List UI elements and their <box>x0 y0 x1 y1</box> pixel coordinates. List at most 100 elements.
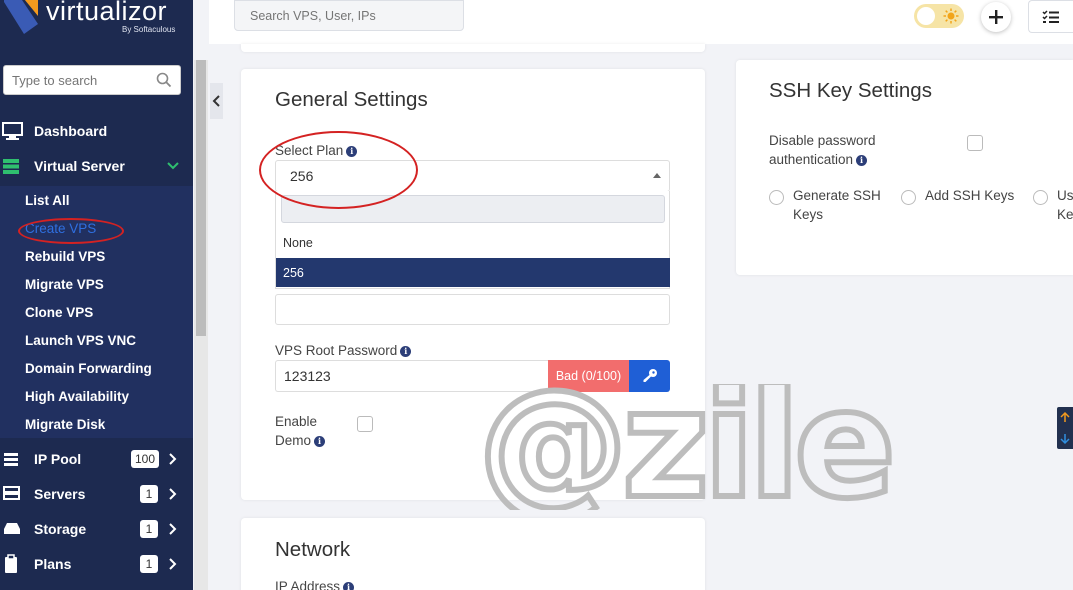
add-button[interactable] <box>981 2 1011 32</box>
sidebar: virtualizor By Softaculous Dashboard Vir… <box>0 0 193 590</box>
sidebar-item-label: Servers <box>34 486 86 502</box>
root-password-label: VPS Root Password i <box>275 343 412 358</box>
count-badge: 1 <box>140 555 158 573</box>
submenu-clone-vps[interactable]: Clone VPS <box>25 305 93 320</box>
global-search-input[interactable] <box>235 1 455 30</box>
select-plan-label: Select Plan i <box>275 143 358 158</box>
enable-demo-checkbox[interactable] <box>357 416 373 432</box>
ip-pool-icon <box>4 453 18 466</box>
add-ssh-keys-radio[interactable] <box>901 190 916 205</box>
chevron-left-icon <box>212 95 220 107</box>
sidebar-item-ip-pool[interactable]: IP Pool 100 <box>0 444 193 474</box>
page-scroll-controls[interactable] <box>1057 407 1073 449</box>
plus-icon <box>989 10 1003 24</box>
chevron-down-icon <box>167 162 179 170</box>
info-icon[interactable]: i <box>400 345 412 357</box>
generate-password-button[interactable] <box>629 360 670 392</box>
submenu-domain-forwarding[interactable]: Domain Forwarding <box>25 361 152 376</box>
scroll-down-icon[interactable] <box>1057 428 1073 448</box>
disable-password-label-line2: authentication i <box>769 152 868 167</box>
enable-demo-label-text: Demo <box>275 433 312 448</box>
network-title: Network <box>275 538 351 561</box>
sidebar-item-dashboard[interactable]: Dashboard <box>0 116 193 146</box>
sidebar-scrollbar[interactable] <box>194 60 208 590</box>
key-icon <box>643 369 657 382</box>
chevron-right-icon <box>169 523 177 535</box>
sidebar-search-input[interactable] <box>4 66 144 94</box>
generate-ssh-keys-label-line2: Keys <box>793 207 824 222</box>
scrollbar-thumb[interactable] <box>196 60 206 336</box>
disable-password-label-text: authentication <box>769 152 854 167</box>
sidebar-item-storage[interactable]: Storage 1 <box>0 514 193 544</box>
root-password-input[interactable]: 123123 <box>275 360 549 392</box>
sidebar-item-label: Storage <box>34 521 87 537</box>
brand-byline: By Softaculous <box>122 25 176 34</box>
select-plan-dropdown[interactable]: 256 <box>275 160 670 192</box>
caret-up-icon <box>653 173 661 178</box>
virtualizor-logo-mark <box>4 0 38 34</box>
storage-icon <box>4 523 20 534</box>
sidebar-item-servers[interactable]: Servers 1 <box>0 479 193 509</box>
ip-address-label-text: IP Address <box>275 579 341 590</box>
add-ssh-keys-label: Add SSH Keys <box>925 188 1015 203</box>
theme-toggle[interactable] <box>914 4 964 28</box>
count-badge: 1 <box>140 520 158 538</box>
virtual-server-submenu: List All Create VPS Rebuild VPS Migrate … <box>0 186 193 438</box>
use-ssh-keys-label-line1: Us <box>1057 188 1073 203</box>
sun-icon <box>943 8 959 24</box>
info-icon[interactable]: i <box>856 154 868 166</box>
sidebar-item-plans[interactable]: Plans 1 <box>0 549 193 579</box>
submenu-launch-vps-vnc[interactable]: Launch VPS VNC <box>25 333 136 348</box>
submenu-migrate-disk[interactable]: Migrate Disk <box>25 417 105 432</box>
use-ssh-keys-label-line2: Ke <box>1057 207 1073 222</box>
sidebar-search[interactable] <box>3 65 181 95</box>
sidebar-item-label: Virtual Server <box>34 158 125 174</box>
submenu-list-all[interactable]: List All <box>25 193 70 208</box>
generate-ssh-keys-radio[interactable] <box>769 190 784 205</box>
submenu-create-vps[interactable]: Create VPS <box>25 221 96 236</box>
brand-logo[interactable]: virtualizor By Softaculous <box>0 0 193 44</box>
scroll-up-icon[interactable] <box>1057 408 1073 428</box>
select-plan-value: 256 <box>290 168 314 184</box>
info-icon[interactable]: i <box>346 145 358 157</box>
plan-option-256[interactable]: 256 <box>276 258 670 287</box>
submenu-rebuild-vps[interactable]: Rebuild VPS <box>25 249 105 264</box>
plan-options-list: None 256 <box>275 191 670 289</box>
chevron-right-icon <box>169 488 177 500</box>
sidebar-item-label: Dashboard <box>34 123 108 139</box>
submenu-migrate-vps[interactable]: Migrate VPS <box>25 277 104 292</box>
enable-demo-label-line1: Enable <box>275 414 318 429</box>
search-icon[interactable] <box>156 72 172 88</box>
sidebar-item-label: IP Pool <box>34 451 82 467</box>
monitor-icon <box>2 122 23 140</box>
count-badge: 100 <box>131 450 159 468</box>
disable-password-label-line1: Disable password <box>769 133 876 148</box>
generate-ssh-keys-label-line1: Generate SSH <box>793 188 881 203</box>
chevron-right-icon <box>169 453 177 465</box>
info-icon[interactable]: i <box>314 435 326 447</box>
submenu-high-availability[interactable]: High Availability <box>25 389 129 404</box>
sidebar-item-virtual-server[interactable]: Virtual Server <box>0 151 193 181</box>
clipboard-icon <box>5 554 17 573</box>
ip-address-label: IP Address i <box>275 579 355 590</box>
global-search[interactable] <box>234 0 464 31</box>
plan-option-none[interactable]: None <box>276 228 670 257</box>
info-icon[interactable]: i <box>343 581 355 590</box>
sidebar-collapse-toggle[interactable] <box>210 83 223 119</box>
disable-password-checkbox[interactable] <box>967 135 983 151</box>
plan-filter-input[interactable] <box>281 195 665 223</box>
task-list-icon <box>1042 9 1059 23</box>
hostname-input[interactable] <box>275 294 670 325</box>
previous-card-bottom <box>241 44 705 52</box>
tasks-button[interactable] <box>1028 0 1073 33</box>
servers-icon <box>3 486 20 500</box>
server-stack-icon <box>3 159 19 174</box>
sidebar-item-label: Plans <box>34 556 72 572</box>
count-badge: 1 <box>140 485 158 503</box>
enable-demo-label-line2: Demo i <box>275 433 326 448</box>
root-password-label-text: VPS Root Password <box>275 343 398 358</box>
brand-name: virtualizor <box>46 0 168 26</box>
ssh-key-settings-title: SSH Key Settings <box>769 79 932 102</box>
select-plan-label-text: Select Plan <box>275 143 344 158</box>
use-ssh-keys-radio[interactable] <box>1033 190 1048 205</box>
